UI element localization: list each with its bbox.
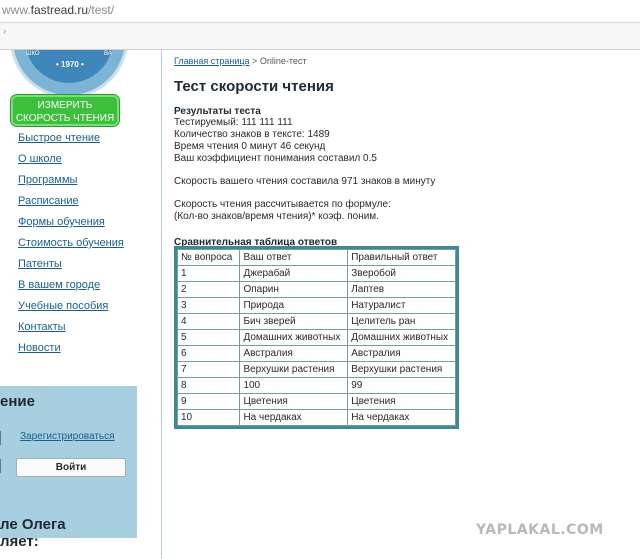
sidebar-item-programs[interactable]: Программы <box>18 174 124 195</box>
cell-correct-answer: Австралия <box>347 345 456 362</box>
table-row: 10 На чердаках На чердаках <box>176 409 456 426</box>
input-edge[interactable] <box>0 431 4 445</box>
sidebar-item-forms[interactable]: Формы обучения <box>18 216 124 237</box>
time-line: Время чтения 0 минут 46 секунд <box>174 141 326 152</box>
watermark: YAPLAKAL.COM <box>476 522 604 538</box>
cell-your-answer: Джерабай <box>239 265 349 282</box>
cell-correct-answer: Натуралист <box>347 297 456 314</box>
input-edge-2[interactable] <box>0 459 4 473</box>
sidebar-nav: Быстрое чтение О школе Программы Расписа… <box>18 132 124 363</box>
sidebar-item-schedule[interactable]: Расписание <box>18 195 124 216</box>
bookmarks-bar: › <box>0 23 640 50</box>
sidebar-item-contacts[interactable]: Контакты <box>18 321 124 342</box>
table-row: 1 Джерабай Зверобой <box>176 265 456 282</box>
table-row: 8 100 99 <box>176 377 456 394</box>
cell-question-number: 9 <box>176 393 241 410</box>
address-bar[interactable]: www.fastread.ru/test/ <box>0 0 640 23</box>
sidebar-item-cost[interactable]: Стоимость обучения <box>18 237 124 258</box>
breadcrumb-current: Online-тест <box>259 56 307 66</box>
cell-correct-answer: 99 <box>347 377 456 394</box>
login-button[interactable]: Войти <box>16 458 126 477</box>
logo-year: • 1970 • <box>56 60 84 69</box>
logo-text-left: ШКО <box>26 51 40 57</box>
header-your-answer: Ваш ответ <box>239 249 349 266</box>
cell-question-number: 1 <box>176 265 241 282</box>
url-path: /test/ <box>88 3 115 17</box>
cell-question-number: 7 <box>176 361 241 378</box>
cell-your-answer: Бич зверей <box>239 313 349 330</box>
answers-table: № вопроса Ваш ответ Правильный ответ 1 Дж… <box>176 249 456 426</box>
cell-correct-answer: Лаптев <box>347 281 456 298</box>
table-row: 7 Верхушки растения Верхушки растения <box>176 361 456 378</box>
cell-question-number: 8 <box>176 377 241 394</box>
cell-your-answer: Цветения <box>239 393 349 410</box>
cell-correct-answer: Целитель ран <box>347 313 456 330</box>
login-title: ение <box>0 393 35 410</box>
sidebar-item-manuals[interactable]: Учебные пособия <box>18 300 124 321</box>
results-heading: Результаты теста <box>174 106 261 117</box>
table-row: 3 Природа Натуралист <box>176 297 456 314</box>
table-header-row: № вопроса Ваш ответ Правильный ответ <box>176 249 456 266</box>
header-correct-answer: Правильный ответ <box>347 249 456 266</box>
greeting: ле Олега ляет: <box>0 516 66 550</box>
breadcrumb-home[interactable]: Главная страница <box>174 56 250 66</box>
cell-question-number: 4 <box>176 313 241 330</box>
cell-question-number: 10 <box>176 409 241 426</box>
sidebar: ШКО ВА • 1970 • ИЗМЕРИТЬ СКОРОСТЬ ЧТЕНИЯ… <box>0 50 162 559</box>
cell-your-answer: Верхушки растения <box>239 361 349 378</box>
answers-table-frame: № вопроса Ваш ответ Правильный ответ 1 Дж… <box>174 246 459 429</box>
sidebar-item-speed-reading[interactable]: Быстрое чтение <box>18 132 124 153</box>
bookmark-icon: › <box>3 26 7 37</box>
breadcrumb-separator: > <box>249 56 260 66</box>
sidebar-item-about[interactable]: О школе <box>18 153 124 174</box>
cell-your-answer: Опарин <box>239 281 349 298</box>
table-row: 9 Цветения Цветения <box>176 393 456 410</box>
table-row: 6 Австралия Австралия <box>176 345 456 362</box>
sidebar-item-city[interactable]: В вашем городе <box>18 279 124 300</box>
register-link[interactable]: Зарегистрироваться <box>20 431 115 442</box>
cell-correct-answer: Цветения <box>347 393 456 410</box>
cell-correct-answer: Верхушки растения <box>347 361 456 378</box>
cell-correct-answer: Зверобой <box>347 265 456 282</box>
url-text[interactable]: www.fastread.ru/test/ <box>2 3 114 17</box>
cell-your-answer: Австралия <box>239 345 349 362</box>
cell-your-answer: Природа <box>239 297 349 314</box>
table-row: 5 Домашних животных Домашних животных <box>176 329 456 346</box>
cell-correct-answer: На чердаках <box>347 409 456 426</box>
greeting-line-1: ле Олега <box>0 516 66 533</box>
table-row: 2 Опарин Лаптев <box>176 281 456 298</box>
measure-speed-button[interactable]: ИЗМЕРИТЬ СКОРОСТЬ ЧТЕНИЯ <box>11 95 119 126</box>
sidebar-item-patents[interactable]: Патенты <box>18 258 124 279</box>
table-row: 4 Бич зверей Целитель ран <box>176 313 456 330</box>
tested-line: Тестируемый: 111 111 111 <box>174 117 293 128</box>
cell-your-answer: 100 <box>239 377 349 394</box>
school-logo: ШКО ВА • 1970 • <box>0 50 140 98</box>
main-content: Главная страница > Online-тест Тест скор… <box>174 56 634 248</box>
formula-line-2: (Кол-во знаков/время чтения)* коэф. пони… <box>174 211 379 222</box>
url-prefix: www. <box>2 3 31 17</box>
cell-question-number: 2 <box>176 281 241 298</box>
sidebar-item-news[interactable]: Новости <box>18 342 124 363</box>
url-host: fastread.ru <box>30 3 89 17</box>
page-title: Тест скорости чтения <box>174 78 334 95</box>
logo-text-right: ВА <box>104 51 112 57</box>
chars-line: Количество знаков в тексте: 1489 <box>174 129 330 140</box>
breadcrumb: Главная страница > Online-тест <box>174 56 634 66</box>
cell-your-answer: На чердаках <box>239 409 349 426</box>
cell-your-answer: Домашних животных <box>239 329 349 346</box>
greeting-line-2: ляет: <box>0 533 39 550</box>
formula-line-1: Скорость чтения рассчитывается по формул… <box>174 199 391 210</box>
cell-question-number: 5 <box>176 329 241 346</box>
header-question-number: № вопроса <box>176 249 241 266</box>
coefficient-line: Ваш коэффициент понимания составил 0.5 <box>174 153 377 164</box>
cell-question-number: 3 <box>176 297 241 314</box>
cell-question-number: 6 <box>176 345 241 362</box>
speed-line: Скорость вашего чтения составила 971 зна… <box>174 176 436 187</box>
cell-correct-answer: Домашних животных <box>347 329 456 346</box>
